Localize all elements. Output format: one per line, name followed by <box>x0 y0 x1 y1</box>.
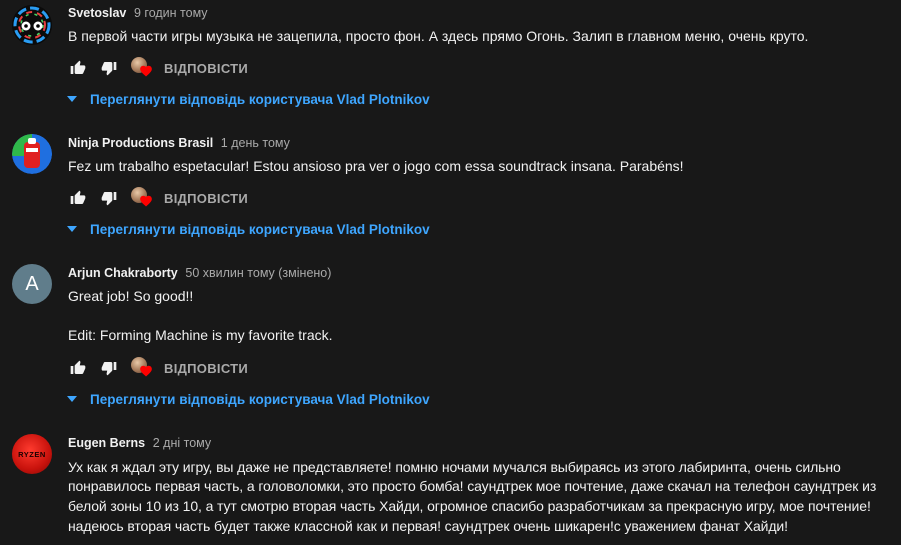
reply-button[interactable]: ВІДПОВІСТИ <box>164 361 248 376</box>
creator-heart-icon <box>140 195 152 207</box>
comment-line: Edit: Forming Machine is my favorite tra… <box>68 327 333 343</box>
author-name[interactable]: Ninja Productions Brasil <box>68 136 213 150</box>
comment-actions: ВІДПОВІСТИ <box>68 56 248 80</box>
like-button[interactable] <box>68 358 88 378</box>
creator-heart[interactable] <box>131 187 153 209</box>
comment-text: В первой части игры музыка не зацепила, … <box>68 26 808 46</box>
thumb-up-icon <box>70 60 86 74</box>
comment-time[interactable]: 50 хвилин тому (змінено) <box>185 266 331 280</box>
caret-down-icon <box>64 221 80 237</box>
comment-actions: ВІДПОВІСТИ <box>68 356 248 380</box>
thumb-up-icon <box>70 360 86 374</box>
dislike-button[interactable] <box>99 358 119 378</box>
comment-line: надеюсь вторая часть будет также классно… <box>68 518 788 534</box>
comment-line: Fez um trabalho espetacular! Estou ansio… <box>68 158 684 174</box>
view-replies-label: Переглянути відповідь користувача Vlad P… <box>90 391 430 407</box>
comment-header: Eugen Berns 2 дні тому <box>68 435 211 450</box>
comment-text: Ух как я ждал эту игру, вы даже не предс… <box>68 457 876 536</box>
comment-header: Svetoslav 9 годин тому <box>68 5 208 20</box>
caret-down-icon <box>64 391 80 407</box>
like-button[interactable] <box>68 58 88 78</box>
comment-actions: ВІДПОВІСТИ <box>68 186 248 210</box>
caret-down-icon <box>64 91 80 107</box>
view-replies-label: Переглянути відповідь користувача Vlad P… <box>90 221 430 237</box>
thumb-down-icon <box>101 62 117 76</box>
comment-time[interactable]: 2 дні тому <box>153 436 211 450</box>
avatar-label: RYZEN <box>18 449 46 459</box>
view-replies-button[interactable]: Переглянути відповідь користувача Vlad P… <box>64 389 430 409</box>
comment-header: Ninja Productions Brasil 1 день тому <box>68 135 290 150</box>
avatar[interactable]: A <box>12 264 52 304</box>
avatar-letter: A <box>25 272 39 295</box>
thumb-down-icon <box>101 362 117 376</box>
comment-line: понравилось первая часть, а головоломки,… <box>68 478 877 494</box>
author-name[interactable]: Arjun Chakraborty <box>68 266 178 280</box>
view-replies-button[interactable]: Переглянути відповідь користувача Vlad P… <box>64 219 430 239</box>
comment-line: белой зоны 10 из 10, а тут смотрю вторая… <box>68 498 871 514</box>
reply-button[interactable]: ВІДПОВІСТИ <box>164 191 248 206</box>
view-replies-label: Переглянути відповідь користувача Vlad P… <box>90 91 430 107</box>
thumb-up-icon <box>70 190 86 204</box>
creator-heart-icon <box>140 65 152 77</box>
like-button[interactable] <box>68 188 88 208</box>
thumb-down-icon <box>101 192 117 206</box>
comment-line: Great job! So good!! <box>68 288 194 304</box>
avatar[interactable]: RYZEN <box>12 434 52 474</box>
author-name[interactable]: Svetoslav <box>68 6 126 20</box>
comment-line <box>68 306 333 325</box>
reply-button[interactable]: ВІДПОВІСТИ <box>164 61 248 76</box>
avatar[interactable] <box>12 5 52 45</box>
creator-heart[interactable] <box>131 57 153 79</box>
dislike-button[interactable] <box>99 188 119 208</box>
author-name[interactable]: Eugen Berns <box>68 436 145 450</box>
comment-text: Fez um trabalho espetacular! Estou ansio… <box>68 156 684 176</box>
comment-line: Ух как я ждал эту игру, вы даже не предс… <box>68 459 841 475</box>
comment-time[interactable]: 1 день тому <box>221 136 290 150</box>
creator-heart[interactable] <box>131 357 153 379</box>
comment-line: В первой части игры музыка не зацепила, … <box>68 28 809 44</box>
dislike-button[interactable] <box>99 58 119 78</box>
avatar[interactable] <box>12 134 52 174</box>
creator-heart-icon <box>140 365 152 377</box>
comment-time[interactable]: 9 годин тому <box>134 6 208 20</box>
view-replies-button[interactable]: Переглянути відповідь користувача Vlad P… <box>64 89 430 109</box>
comment-text: Great job! So good!! Edit: Forming Machi… <box>68 286 333 345</box>
comment-header: Arjun Chakraborty 50 хвилин тому (змінен… <box>68 265 331 280</box>
